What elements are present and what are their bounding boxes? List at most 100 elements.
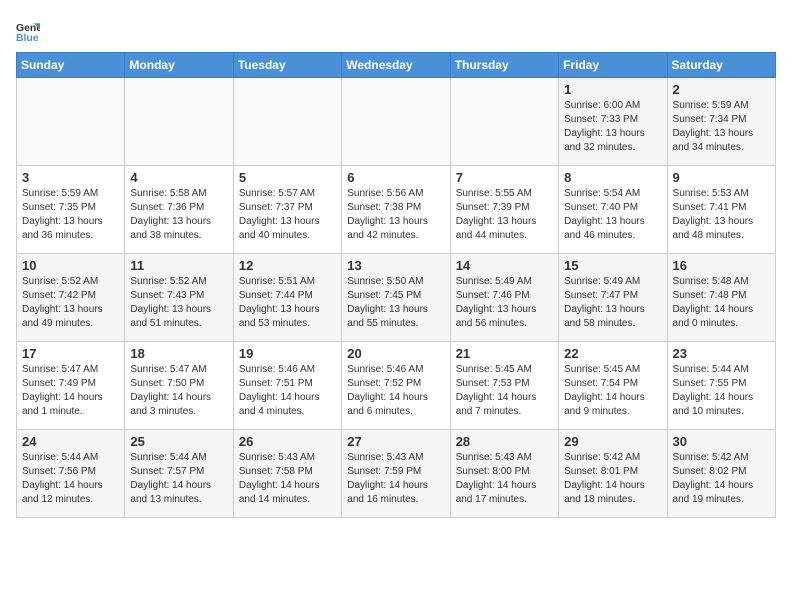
- calendar-week-row: 24 Sunrise: 5:44 AM Sunset: 7:56 PM Dayli…: [17, 430, 776, 518]
- calendar-cell: 17Sunrise: 5:47 AM Sunset: 7:49 PM Dayli…: [17, 342, 125, 430]
- day-detail: Sunrise: 5:48 AM Sunset: 7:48 PM Dayligh…: [673, 275, 770, 331]
- day-detail: Sunrise: 5:49 AM Sunset: 7:47 PM Dayligh…: [564, 275, 661, 331]
- calendar-cell: 4 Sunrise: 5:58 AM Sunset: 7:36 PM Daylig…: [125, 166, 233, 254]
- calendar-cell: 14Sunrise: 5:49 AM Sunset: 7:46 PM Dayli…: [450, 254, 558, 342]
- day-detail: Sunrise: 6:00 AM Sunset: 7:33 PM Dayligh…: [564, 99, 661, 155]
- calendar-cell: [342, 78, 450, 166]
- day-detail: Sunrise: 5:59 AM Sunset: 7:34 PM Dayligh…: [673, 99, 770, 155]
- page-header: General Blue: [16, 16, 776, 44]
- header-thursday: Thursday: [450, 53, 558, 78]
- day-number: 7: [456, 170, 553, 185]
- day-detail: Sunrise: 5:57 AM Sunset: 7:37 PM Dayligh…: [239, 187, 336, 243]
- day-number: 3: [22, 170, 119, 185]
- day-detail: Sunrise: 5:46 AM Sunset: 7:52 PM Dayligh…: [347, 363, 444, 419]
- svg-text:Blue: Blue: [16, 33, 39, 44]
- day-number: 24: [22, 434, 119, 449]
- calendar-cell: [17, 78, 125, 166]
- calendar-cell: 10 Sunrise: 5:52 AM Sunset: 7:42 PM Dayli…: [17, 254, 125, 342]
- calendar-cell: 5 Sunrise: 5:57 AM Sunset: 7:37 PM Daylig…: [233, 166, 341, 254]
- calendar-cell: 26 Sunrise: 5:43 AM Sunset: 7:58 PM Dayli…: [233, 430, 341, 518]
- day-number: 6: [347, 170, 444, 185]
- day-number: 22: [564, 346, 661, 361]
- day-number: 23: [673, 346, 770, 361]
- day-detail: Sunrise: 5:55 AM Sunset: 7:39 PM Dayligh…: [456, 187, 553, 243]
- calendar-cell: 2Sunrise: 5:59 AM Sunset: 7:34 PM Daylig…: [667, 78, 775, 166]
- day-number: 21: [456, 346, 553, 361]
- logo: General Blue: [16, 20, 44, 44]
- day-number: 13: [347, 258, 444, 273]
- calendar-week-row: 3 Sunrise: 5:59 AM Sunset: 7:35 PM Daylig…: [17, 166, 776, 254]
- day-number: 15: [564, 258, 661, 273]
- calendar-cell: 22 Sunrise: 5:45 AM Sunset: 7:54 PM Dayli…: [559, 342, 667, 430]
- day-number: 5: [239, 170, 336, 185]
- calendar-cell: 23 Sunrise: 5:44 AM Sunset: 7:55 PM Dayli…: [667, 342, 775, 430]
- calendar-cell: 3 Sunrise: 5:59 AM Sunset: 7:35 PM Daylig…: [17, 166, 125, 254]
- day-detail: Sunrise: 5:44 AM Sunset: 7:55 PM Dayligh…: [673, 363, 770, 419]
- header-wednesday: Wednesday: [342, 53, 450, 78]
- day-detail: Sunrise: 5:47 AM Sunset: 7:50 PM Dayligh…: [130, 363, 227, 419]
- day-detail: Sunrise: 5:43 AM Sunset: 8:00 PM Dayligh…: [456, 451, 553, 507]
- calendar-cell: 15 Sunrise: 5:49 AM Sunset: 7:47 PM Dayli…: [559, 254, 667, 342]
- day-number: 18: [130, 346, 227, 361]
- calendar-cell: 30Sunrise: 5:42 AM Sunset: 8:02 PM Dayli…: [667, 430, 775, 518]
- calendar-cell: 21 Sunrise: 5:45 AM Sunset: 7:53 PM Dayli…: [450, 342, 558, 430]
- calendar-cell: 1 Sunrise: 6:00 AM Sunset: 7:33 PM Daylig…: [559, 78, 667, 166]
- header-friday: Friday: [559, 53, 667, 78]
- day-detail: Sunrise: 5:49 AM Sunset: 7:46 PM Dayligh…: [456, 275, 553, 331]
- calendar-cell: 18 Sunrise: 5:47 AM Sunset: 7:50 PM Dayli…: [125, 342, 233, 430]
- calendar-cell: 9 Sunrise: 5:53 AM Sunset: 7:41 PM Daylig…: [667, 166, 775, 254]
- calendar-cell: 16 Sunrise: 5:48 AM Sunset: 7:48 PM Dayli…: [667, 254, 775, 342]
- calendar-header-row: SundayMondayTuesdayWednesdayThursdayFrid…: [17, 53, 776, 78]
- header-tuesday: Tuesday: [233, 53, 341, 78]
- header-sunday: Sunday: [17, 53, 125, 78]
- calendar-cell: 28 Sunrise: 5:43 AM Sunset: 8:00 PM Dayli…: [450, 430, 558, 518]
- day-detail: Sunrise: 5:44 AM Sunset: 7:56 PM Dayligh…: [22, 451, 119, 507]
- calendar-cell: 25 Sunrise: 5:44 AM Sunset: 7:57 PM Dayli…: [125, 430, 233, 518]
- calendar-cell: 29Sunrise: 5:42 AM Sunset: 8:01 PM Dayli…: [559, 430, 667, 518]
- header-monday: Monday: [125, 53, 233, 78]
- calendar-cell: 13Sunrise: 5:50 AM Sunset: 7:45 PM Dayli…: [342, 254, 450, 342]
- day-number: 9: [673, 170, 770, 185]
- calendar-cell: 6 Sunrise: 5:56 AM Sunset: 7:38 PM Daylig…: [342, 166, 450, 254]
- day-number: 28: [456, 434, 553, 449]
- day-detail: Sunrise: 5:43 AM Sunset: 7:58 PM Dayligh…: [239, 451, 336, 507]
- day-number: 19: [239, 346, 336, 361]
- day-detail: Sunrise: 5:51 AM Sunset: 7:44 PM Dayligh…: [239, 275, 336, 331]
- day-detail: Sunrise: 5:58 AM Sunset: 7:36 PM Dayligh…: [130, 187, 227, 243]
- calendar-cell: 7 Sunrise: 5:55 AM Sunset: 7:39 PM Daylig…: [450, 166, 558, 254]
- day-number: 8: [564, 170, 661, 185]
- day-detail: Sunrise: 5:45 AM Sunset: 7:53 PM Dayligh…: [456, 363, 553, 419]
- day-detail: Sunrise: 5:44 AM Sunset: 7:57 PM Dayligh…: [130, 451, 227, 507]
- day-number: 27: [347, 434, 444, 449]
- calendar-week-row: 1 Sunrise: 6:00 AM Sunset: 7:33 PM Daylig…: [17, 78, 776, 166]
- day-detail: Sunrise: 5:54 AM Sunset: 7:40 PM Dayligh…: [564, 187, 661, 243]
- day-number: 12: [239, 258, 336, 273]
- day-detail: Sunrise: 5:46 AM Sunset: 7:51 PM Dayligh…: [239, 363, 336, 419]
- calendar-cell: [125, 78, 233, 166]
- calendar-week-row: 17Sunrise: 5:47 AM Sunset: 7:49 PM Dayli…: [17, 342, 776, 430]
- calendar-cell: 19 Sunrise: 5:46 AM Sunset: 7:51 PM Dayli…: [233, 342, 341, 430]
- day-detail: Sunrise: 5:47 AM Sunset: 7:49 PM Dayligh…: [22, 363, 119, 419]
- day-number: 30: [673, 434, 770, 449]
- day-detail: Sunrise: 5:45 AM Sunset: 7:54 PM Dayligh…: [564, 363, 661, 419]
- day-detail: Sunrise: 5:52 AM Sunset: 7:43 PM Dayligh…: [130, 275, 227, 331]
- day-number: 10: [22, 258, 119, 273]
- day-number: 1: [564, 82, 661, 97]
- day-number: 26: [239, 434, 336, 449]
- header-saturday: Saturday: [667, 53, 775, 78]
- day-detail: Sunrise: 5:53 AM Sunset: 7:41 PM Dayligh…: [673, 187, 770, 243]
- calendar-cell: 8 Sunrise: 5:54 AM Sunset: 7:40 PM Daylig…: [559, 166, 667, 254]
- day-number: 11: [130, 258, 227, 273]
- calendar-cell: 12 Sunrise: 5:51 AM Sunset: 7:44 PM Dayli…: [233, 254, 341, 342]
- day-detail: Sunrise: 5:56 AM Sunset: 7:38 PM Dayligh…: [347, 187, 444, 243]
- day-detail: Sunrise: 5:59 AM Sunset: 7:35 PM Dayligh…: [22, 187, 119, 243]
- day-number: 25: [130, 434, 227, 449]
- calendar-cell: 27Sunrise: 5:43 AM Sunset: 7:59 PM Dayli…: [342, 430, 450, 518]
- calendar-cell: 20 Sunrise: 5:46 AM Sunset: 7:52 PM Dayli…: [342, 342, 450, 430]
- day-number: 16: [673, 258, 770, 273]
- day-number: 29: [564, 434, 661, 449]
- day-number: 20: [347, 346, 444, 361]
- day-number: 4: [130, 170, 227, 185]
- day-detail: Sunrise: 5:52 AM Sunset: 7:42 PM Dayligh…: [22, 275, 119, 331]
- calendar-week-row: 10 Sunrise: 5:52 AM Sunset: 7:42 PM Dayli…: [17, 254, 776, 342]
